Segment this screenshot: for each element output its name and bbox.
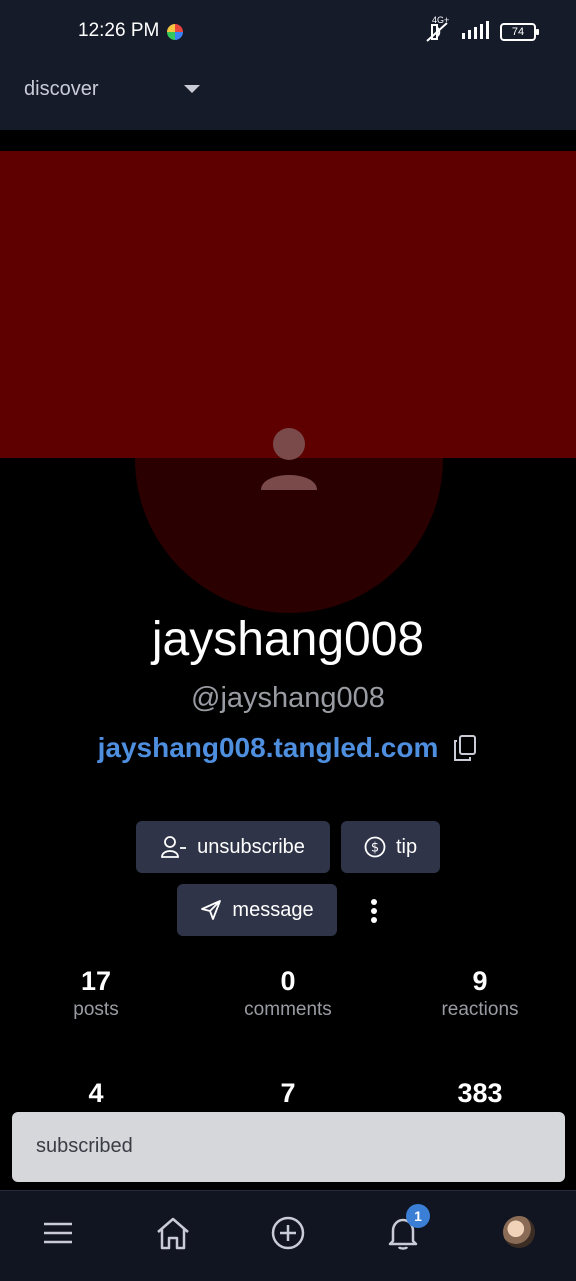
- svg-text:$: $: [371, 841, 379, 856]
- unsubscribe-label: unsubscribe: [197, 835, 305, 858]
- signal-icon: [462, 20, 489, 39]
- profile-domain-link[interactable]: jayshang008.tangled.com: [98, 732, 439, 764]
- menu-icon: [44, 1222, 72, 1244]
- signal-group: 4G+: [432, 15, 490, 44]
- nav-create[interactable]: [268, 1213, 308, 1253]
- stat-value: 383: [457, 1078, 503, 1108]
- nav-home[interactable]: [153, 1213, 193, 1253]
- stat-label: reactions: [441, 999, 519, 1020]
- status-time: 12:26 PM: [78, 20, 160, 41]
- stats-row-secondary: 4 7 383: [0, 1078, 576, 1109]
- toast-snackbar: subscribed: [12, 1112, 565, 1182]
- domain-row: jayshang008.tangled.com: [0, 732, 576, 764]
- stat-value: 0: [280, 966, 296, 996]
- display-name: jayshang008: [151, 613, 425, 666]
- stat-comments[interactable]: 0 comments: [192, 966, 384, 1021]
- tip-button[interactable]: $ tip: [341, 821, 440, 873]
- copy-icon[interactable]: [452, 734, 478, 762]
- top-bar: discover: [0, 64, 576, 130]
- add-circle-icon: [271, 1216, 305, 1250]
- stat-item[interactable]: 7: [192, 1078, 384, 1109]
- stat-value: 9: [472, 966, 488, 996]
- profile-avatar[interactable]: [503, 1216, 535, 1248]
- send-icon: [201, 900, 222, 920]
- stat-posts[interactable]: 17 posts: [0, 966, 192, 1021]
- nav-menu[interactable]: [38, 1213, 78, 1253]
- stat-reactions[interactable]: 9 reactions: [384, 966, 576, 1021]
- toast-message: subscribed: [36, 1135, 133, 1157]
- stats-row: 17 posts 0 comments 9 reactions: [0, 966, 576, 1021]
- stat-item[interactable]: 383: [384, 1078, 576, 1109]
- bottom-nav: [0, 1190, 576, 1281]
- stat-label: comments: [244, 999, 332, 1020]
- stat-value: 4: [88, 1078, 104, 1108]
- profile-banner: [0, 151, 576, 458]
- message-button[interactable]: message: [177, 884, 337, 936]
- battery-icon: 74: [500, 23, 539, 41]
- status-bar: 12:26 PM 4G+ 74: [0, 0, 576, 64]
- tip-label: tip: [395, 835, 418, 858]
- user-minus-icon: [161, 836, 187, 858]
- chevron-down-icon[interactable]: [184, 85, 200, 93]
- feed-selector[interactable]: discover: [24, 78, 98, 101]
- unsubscribe-button[interactable]: unsubscribe: [136, 821, 330, 873]
- notification-badge: 1: [406, 1204, 430, 1228]
- stat-item[interactable]: 4: [0, 1078, 192, 1109]
- stat-label: posts: [73, 999, 119, 1020]
- more-options-icon[interactable]: [362, 897, 386, 925]
- stat-value: 7: [280, 1078, 296, 1108]
- profile-handle: @jayshang008: [191, 682, 385, 714]
- message-label: message: [232, 898, 314, 921]
- dollar-circle-icon: $: [364, 836, 386, 858]
- network-type: 4G+: [432, 14, 450, 25]
- person-placeholder-icon: [261, 428, 317, 490]
- app-notification-icon: [167, 24, 183, 40]
- status-icons: 4G+ 74: [424, 15, 539, 44]
- home-icon: [157, 1217, 189, 1250]
- stat-value: 17: [80, 966, 112, 996]
